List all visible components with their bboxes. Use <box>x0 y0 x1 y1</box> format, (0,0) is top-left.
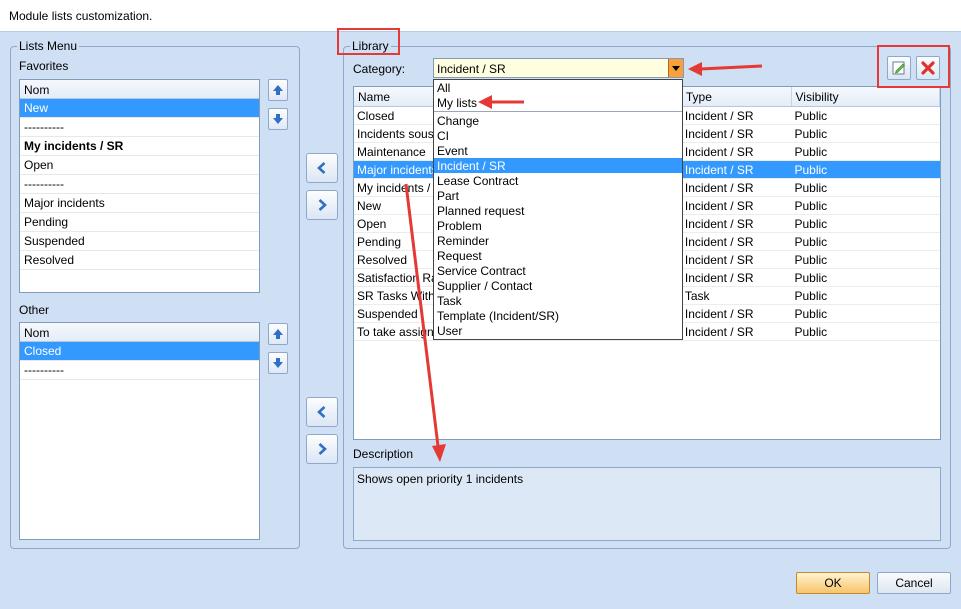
cell-visibility: Public <box>794 307 828 321</box>
description-text: Shows open priority 1 incidents <box>357 472 524 486</box>
dropdown-item[interactable]: Service Contract <box>434 263 682 278</box>
list-item[interactable]: ---------- <box>20 361 259 380</box>
cell-type: Incident / SR <box>684 307 754 321</box>
arrow-down-icon <box>273 358 283 368</box>
cell-visibility: Public <box>794 127 828 141</box>
column-header-visibility[interactable]: Visibility <box>792 87 940 106</box>
other-label: Other <box>19 303 50 317</box>
list-item[interactable]: Resolved <box>20 251 259 270</box>
chevron-right-icon <box>318 199 327 211</box>
cell-type: Task <box>684 289 710 303</box>
remove-from-favorites-button[interactable] <box>306 190 338 220</box>
favorites-move-down-button[interactable] <box>268 108 288 130</box>
cell-type: Incident / SR <box>684 235 754 249</box>
cell-type: Incident / SR <box>684 199 754 213</box>
other-list[interactable]: Nom Closed ---------- <box>19 322 260 540</box>
favorites-label: Favorites <box>19 59 69 73</box>
window-title: Module lists customization. <box>9 9 153 23</box>
description-label: Description <box>353 447 414 461</box>
cell-type: Incident / SR <box>684 127 754 141</box>
chevron-left-icon <box>317 162 326 174</box>
dropdown-item-selected[interactable]: Incident / SR <box>434 158 682 173</box>
dropdown-item[interactable]: Reminder <box>434 233 682 248</box>
description-box: Shows open priority 1 incidents <box>353 467 941 541</box>
list-item[interactable]: Pending <box>20 213 259 232</box>
cell-type: Incident / SR <box>684 145 754 159</box>
dropdown-item[interactable]: Problem <box>434 218 682 233</box>
add-to-favorites-button[interactable] <box>306 153 338 183</box>
list-item[interactable]: Open <box>20 156 259 175</box>
cell-visibility: Public <box>794 253 828 267</box>
list-item[interactable]: My incidents / SR <box>20 137 259 156</box>
cell-visibility: Public <box>794 271 828 285</box>
dropdown-item[interactable]: Request <box>434 248 682 263</box>
title-bar: Module lists customization. <box>0 0 961 32</box>
list-item[interactable]: Closed <box>20 342 259 361</box>
arrow-up-icon <box>273 329 283 339</box>
category-dropdown[interactable]: Incident / SR <box>433 58 684 78</box>
cell-type: Incident / SR <box>684 271 754 285</box>
cell-type: Incident / SR <box>684 217 754 231</box>
list-item[interactable]: ---------- <box>20 175 259 194</box>
cell-visibility: Public <box>794 217 828 231</box>
cell-visibility: Public <box>794 181 828 195</box>
cancel-button[interactable]: Cancel <box>877 572 951 594</box>
favorites-list[interactable]: Nom New ---------- My incidents / SR Ope… <box>19 79 260 293</box>
list-item[interactable]: ---------- <box>20 118 259 137</box>
ok-button[interactable]: OK <box>796 572 870 594</box>
arrow-down-icon <box>273 114 283 124</box>
other-header: Nom <box>20 323 259 342</box>
cell-type: Incident / SR <box>684 181 754 195</box>
dropdown-item[interactable]: Part <box>434 188 682 203</box>
list-item[interactable]: New <box>20 99 259 118</box>
cell-visibility: Public <box>794 163 828 177</box>
remove-from-other-button[interactable] <box>306 434 338 464</box>
add-to-other-button[interactable] <box>306 397 338 427</box>
other-move-up-button[interactable] <box>268 323 288 345</box>
chevron-right-icon <box>318 443 327 455</box>
library-highlight-box <box>337 28 400 55</box>
cell-type: Incident / SR <box>684 253 754 267</box>
dropdown-item[interactable]: Task <box>434 293 682 308</box>
cell-visibility: Public <box>794 145 828 159</box>
arrow-up-icon <box>273 85 283 95</box>
chevron-down-icon <box>672 65 680 71</box>
dropdown-item[interactable]: User <box>434 323 682 338</box>
dropdown-item[interactable]: Event <box>434 143 682 158</box>
chevron-left-icon <box>317 406 326 418</box>
toolbar-highlight-box <box>877 45 950 88</box>
cell-type: Incident / SR <box>684 109 754 123</box>
dropdown-arrow-button[interactable] <box>668 59 683 77</box>
category-value: Incident / SR <box>437 62 506 76</box>
lists-menu-legend: Lists Menu <box>19 39 78 53</box>
list-item[interactable]: Major incidents <box>20 194 259 213</box>
column-header-type[interactable]: Type <box>682 87 792 106</box>
dropdown-item[interactable]: Template (Incident/SR) <box>434 308 682 323</box>
dropdown-item[interactable]: Lease Contract <box>434 173 682 188</box>
cell-type: Incident / SR <box>684 325 754 339</box>
cell-visibility: Public <box>794 289 828 303</box>
other-move-down-button[interactable] <box>268 352 288 374</box>
dropdown-item[interactable]: CI <box>434 128 682 143</box>
category-label: Category: <box>353 62 406 76</box>
cell-visibility: Public <box>794 109 828 123</box>
dropdown-item[interactable]: Planned request <box>434 203 682 218</box>
cell-visibility: Public <box>794 325 828 339</box>
cell-visibility: Public <box>794 199 828 213</box>
dropdown-separator <box>434 111 682 112</box>
dropdown-item[interactable]: Change <box>434 113 682 128</box>
dropdown-item-my-lists[interactable]: My lists <box>434 95 682 110</box>
dropdown-item[interactable]: Supplier / Contact <box>434 278 682 293</box>
dropdown-item-all[interactable]: All <box>434 80 682 95</box>
favorites-header: Nom <box>20 80 259 99</box>
favorites-move-up-button[interactable] <box>268 79 288 101</box>
category-dropdown-list[interactable]: All My lists Change CI Event Incident / … <box>433 79 683 340</box>
cell-type: Incident / SR <box>684 163 754 177</box>
cell-visibility: Public <box>794 235 828 249</box>
list-item[interactable]: Suspended <box>20 232 259 251</box>
